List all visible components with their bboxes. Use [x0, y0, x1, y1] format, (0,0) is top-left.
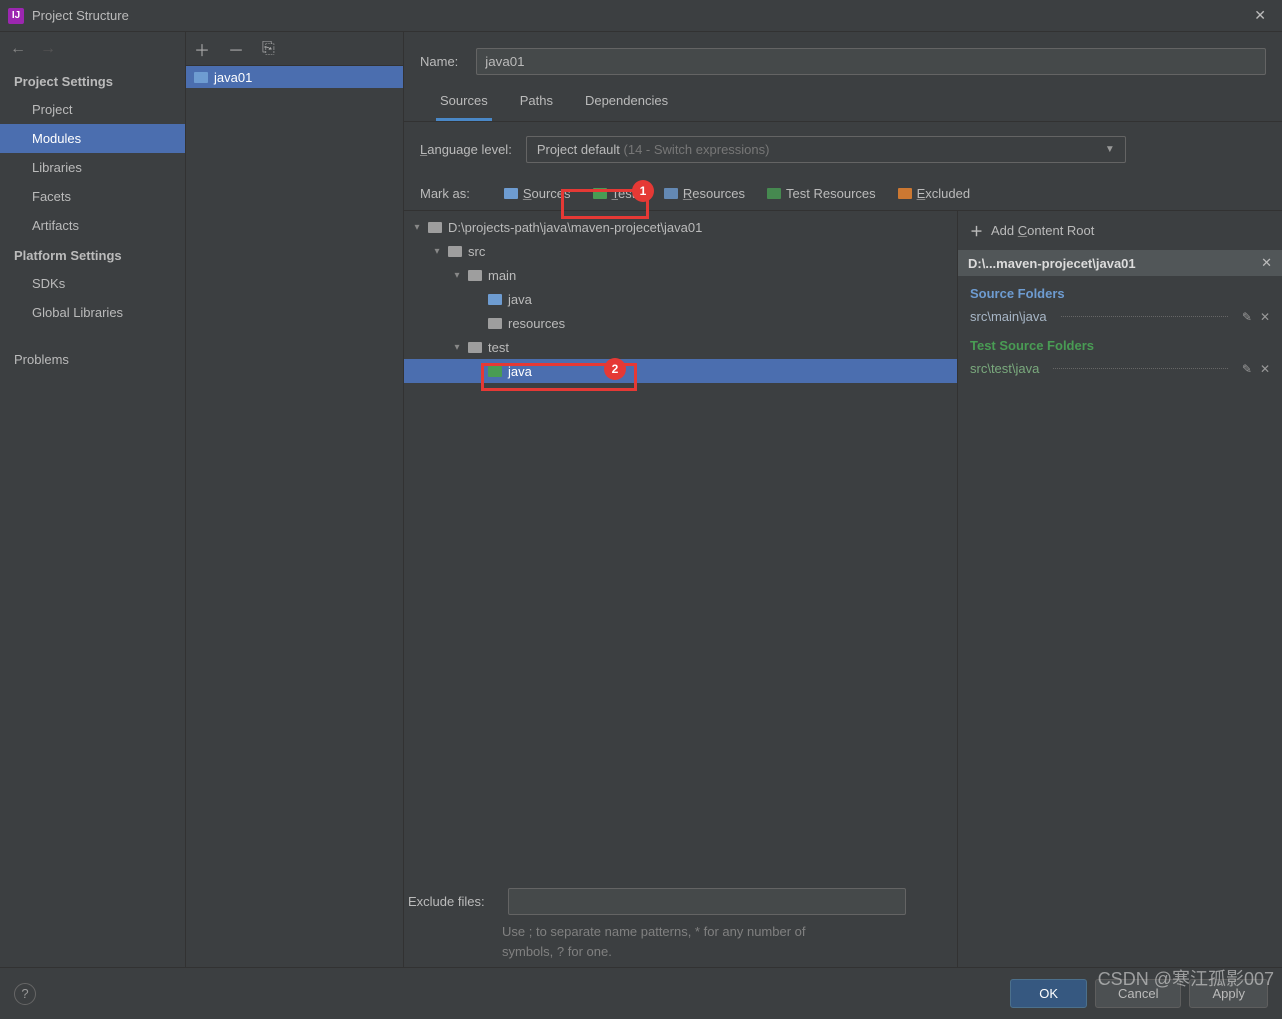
mark-as-toolbar: Mark as: Sources Tests Resources Test Re…	[404, 177, 1282, 210]
help-button[interactable]: ?	[14, 983, 36, 1005]
chevron-icon[interactable]: ▾	[452, 270, 462, 281]
exclude-files-label: Exclude files:	[408, 894, 498, 909]
ok-button[interactable]: OK	[1010, 979, 1087, 1008]
delete-icon[interactable]: ✕	[1260, 362, 1270, 376]
remove-content-root-icon[interactable]: ✕	[1261, 255, 1272, 271]
folder-icon	[448, 246, 462, 257]
tree-row[interactable]: ▾ D:\projects-path\java\maven-projecet\ja…	[404, 215, 957, 239]
add-module-icon[interactable]: ＋	[194, 37, 210, 61]
exclude-files-input[interactable]	[508, 888, 906, 915]
remove-module-icon[interactable]: －	[228, 37, 244, 61]
tree-row[interactable]: java	[404, 287, 957, 311]
content-root-path: D:\...maven-projecet\java01	[968, 256, 1136, 271]
chevron-icon[interactable]: ▾	[412, 222, 422, 233]
tree-row-label: D:\projects-path\java\maven-projecet\jav…	[448, 220, 702, 235]
tree-row-label: java	[508, 292, 532, 307]
mark-test-resources-button[interactable]: Test Resources	[761, 183, 882, 204]
module-detail-panel: Name: Sources Paths Dependencies Languag…	[404, 32, 1282, 967]
language-level-label: Language level:	[420, 142, 512, 157]
module-tabs: Sources Paths Dependencies	[404, 85, 1282, 122]
folder-icon	[468, 342, 482, 353]
nav-section-project-settings: Project Settings	[0, 66, 185, 95]
name-label: Name:	[420, 54, 458, 69]
edit-icon[interactable]: ✎	[1242, 362, 1252, 376]
nav-item-modules[interactable]: Modules	[0, 124, 185, 153]
language-level-value: Project default	[537, 142, 620, 157]
source-folders-title: Source Folders	[958, 276, 1282, 305]
folder-icon	[898, 188, 912, 199]
module-name-input[interactable]	[476, 48, 1266, 75]
delete-icon[interactable]: ✕	[1260, 310, 1270, 324]
folder-icon	[488, 318, 502, 329]
folder-icon	[488, 366, 502, 377]
nav-item-problems[interactable]: Problems	[0, 345, 185, 374]
title-bar: IJ Project Structure ✕	[0, 0, 1282, 32]
module-item-java01[interactable]: java01	[186, 66, 403, 88]
nav-section-platform-settings: Platform Settings	[0, 240, 185, 269]
nav-item-sdks[interactable]: SDKs	[0, 269, 185, 298]
nav-item-libraries[interactable]: Libraries	[0, 153, 185, 182]
tree-row[interactable]: resources	[404, 311, 957, 335]
tree-row[interactable]: ▾ test	[404, 335, 957, 359]
nav-item-artifacts[interactable]: Artifacts	[0, 211, 185, 240]
folder-icon	[468, 270, 482, 281]
edit-icon[interactable]: ✎	[1242, 310, 1252, 324]
dialog-footer: ? OK Cancel Apply	[0, 967, 1282, 1019]
nav-item-global-libraries[interactable]: Global Libraries	[0, 298, 185, 327]
folder-icon	[428, 222, 442, 233]
tree-row-label: java	[508, 364, 532, 379]
tree-row-label: test	[488, 340, 509, 355]
tree-row-label: resources	[508, 316, 565, 331]
tree-row[interactable]: ▾ src	[404, 239, 957, 263]
source-tree-pane: ▾ D:\projects-path\java\maven-projecet\ja…	[404, 211, 958, 967]
folder-icon	[767, 188, 781, 199]
test-source-folder-item[interactable]: src\test\java ✎ ✕	[958, 357, 1282, 380]
tree-row-label: src	[468, 244, 485, 259]
tree-row-label: main	[488, 268, 516, 283]
mark-as-label: Mark as:	[420, 186, 470, 201]
mark-sources-button[interactable]: Sources	[498, 183, 577, 204]
nav-back-icon[interactable]: ←	[10, 40, 26, 58]
nav-item-facets[interactable]: Facets	[0, 182, 185, 211]
test-source-folder-path: src\test\java	[970, 361, 1039, 376]
language-level-select[interactable]: Project default (14 - Switch expressions…	[526, 136, 1126, 163]
folder-icon	[593, 188, 607, 199]
module-item-label: java01	[214, 70, 252, 85]
folder-icon	[504, 188, 518, 199]
tree-row[interactable]: ▾ main	[404, 263, 957, 287]
mark-excluded-button[interactable]: Excluded	[892, 183, 976, 204]
tab-sources[interactable]: Sources	[436, 85, 492, 121]
chevron-down-icon: ▼	[1105, 144, 1115, 155]
close-icon[interactable]: ✕	[1246, 3, 1274, 28]
cancel-button[interactable]: Cancel	[1095, 979, 1181, 1008]
module-list-panel: ＋ － ⎘ java01	[186, 32, 404, 967]
folder-icon	[664, 188, 678, 199]
content-roots-pane: ＋ Add Content Root D:\...maven-projecet\…	[958, 211, 1282, 967]
settings-nav: ← → Project Settings Project Modules Lib…	[0, 32, 186, 967]
app-icon: IJ	[8, 8, 24, 24]
add-content-root-button[interactable]: ＋ Add Content Root	[958, 211, 1282, 250]
mark-resources-button[interactable]: Resources	[658, 183, 751, 204]
test-source-folders-title: Test Source Folders	[958, 328, 1282, 357]
tab-paths[interactable]: Paths	[516, 85, 557, 121]
window-title: Project Structure	[32, 8, 1246, 23]
folder-icon	[194, 72, 208, 83]
chevron-icon[interactable]: ▾	[432, 246, 442, 257]
chevron-icon[interactable]: ▾	[452, 342, 462, 353]
mark-tests-button[interactable]: Tests	[587, 183, 648, 204]
language-level-hint: (14 - Switch expressions)	[620, 142, 770, 157]
tree-row[interactable]: java	[404, 359, 957, 383]
content-root-header[interactable]: D:\...maven-projecet\java01 ✕	[958, 250, 1282, 276]
source-folder-item[interactable]: src\main\java ✎ ✕	[958, 305, 1282, 328]
nav-item-project[interactable]: Project	[0, 95, 185, 124]
tab-dependencies[interactable]: Dependencies	[581, 85, 672, 121]
apply-button[interactable]: Apply	[1189, 979, 1268, 1008]
copy-module-icon[interactable]: ⎘	[262, 40, 275, 58]
nav-forward-icon[interactable]: →	[40, 40, 56, 58]
source-folder-path: src\main\java	[970, 309, 1047, 324]
exclude-hint: Use ; to separate name patterns, * for a…	[404, 922, 806, 961]
folder-icon	[488, 294, 502, 305]
plus-icon: ＋	[970, 221, 983, 240]
